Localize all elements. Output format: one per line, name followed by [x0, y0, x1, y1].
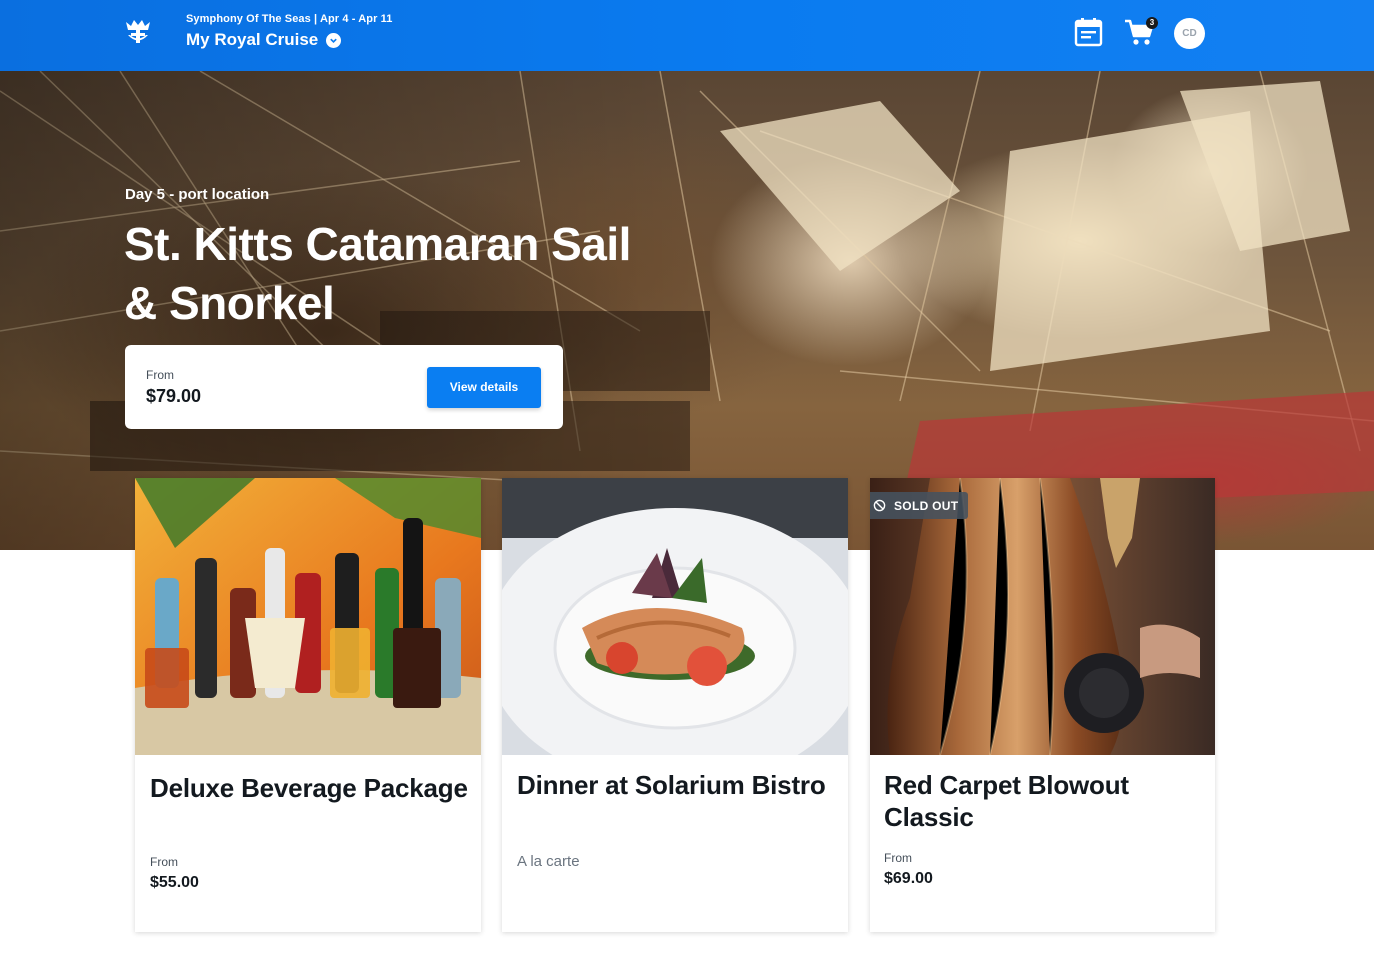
cart-count-badge: 3: [1146, 17, 1158, 29]
view-details-button[interactable]: View details: [427, 367, 541, 408]
top-nav-bar: Symphony Of The Seas | Apr 4 - Apr 11 My…: [0, 0, 1374, 71]
sold-out-badge: SOLD OUT: [870, 492, 969, 519]
card-title[interactable]: Deluxe Beverage Package: [150, 772, 470, 804]
product-card-dining[interactable]: Dinner at Solarium Bistro A la carte: [502, 478, 848, 932]
card-price: $55.00: [150, 874, 199, 891]
product-card-spa[interactable]: SOLD OUT Red Carpet Blowout Classic From…: [870, 478, 1215, 932]
royal-caribbean-crown-logo[interactable]: [122, 16, 154, 48]
card-title[interactable]: Red Carpet Blowout Classic: [884, 769, 1204, 833]
voyage-subtitle: Symphony Of The Seas | Apr 4 - Apr 11: [186, 13, 393, 25]
card-price-label: From: [150, 855, 178, 869]
card-price: $69.00: [884, 870, 933, 887]
product-card-beverage[interactable]: Deluxe Beverage Package From $55.00: [135, 478, 481, 932]
beverage-image: [135, 478, 481, 755]
hero-price-label: From: [146, 368, 174, 382]
user-avatar[interactable]: CD: [1174, 18, 1205, 49]
hero-title: St. Kitts Catamaran Sail & Snorkel: [124, 218, 631, 329]
voyage-title: My Royal Cruise: [186, 30, 319, 49]
card-title[interactable]: Dinner at Solarium Bistro: [517, 769, 837, 801]
voyage-title-row[interactable]: My Royal Cruise: [186, 30, 392, 50]
voyage-selector[interactable]: Symphony Of The Seas | Apr 4 - Apr 11 My…: [186, 13, 392, 50]
hair-blowout-image: [870, 478, 1215, 755]
unavailable-icon: [873, 499, 886, 512]
chevron-down-icon[interactable]: [326, 32, 342, 48]
itinerary-icon[interactable]: [1074, 17, 1103, 47]
hero-price: $79.00: [146, 386, 202, 406]
sold-out-label: SOLD OUT: [894, 498, 959, 513]
hero-kicker: Day 5 - port location: [125, 186, 270, 203]
dining-image: [502, 478, 848, 755]
card-price-label: From: [884, 851, 912, 865]
hero-price-card: From $79.00 View details: [125, 345, 563, 429]
card-subtitle: A la carte: [517, 853, 580, 870]
